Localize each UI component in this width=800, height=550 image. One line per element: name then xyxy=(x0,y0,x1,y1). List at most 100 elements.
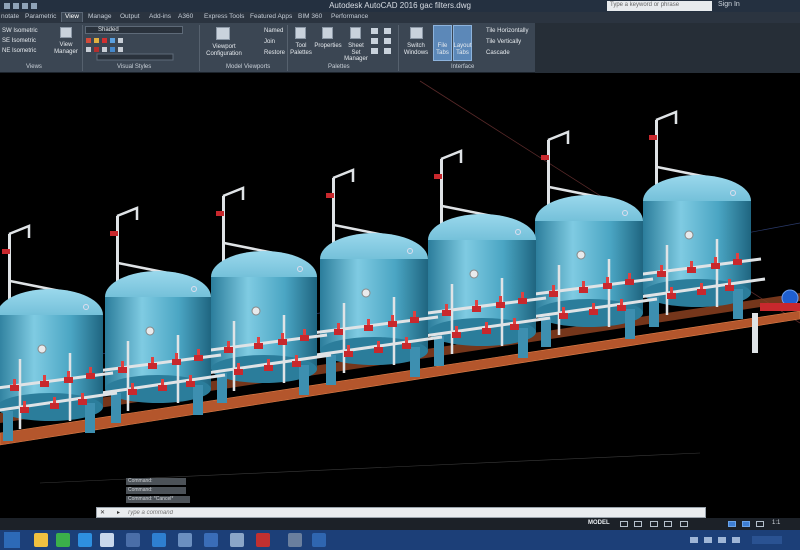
visual-style-controls[interactable] xyxy=(85,37,185,61)
view-se-isometric[interactable]: SE Isometric xyxy=(2,38,36,44)
valve xyxy=(158,385,167,391)
ribbon-panel: SW Isometric SE Isometric NE Isometric V… xyxy=(0,23,535,73)
valve xyxy=(194,355,203,361)
tab-parametric[interactable]: Parametric xyxy=(25,13,56,20)
visual-style-dropdown[interactable]: Shaded xyxy=(85,26,183,34)
palettes-panel-title[interactable]: Palettes xyxy=(328,64,350,70)
tab-annotate[interactable]: notate xyxy=(1,13,19,20)
tile-vertically-button[interactable]: Tile Vertically xyxy=(486,39,521,45)
viewport-named-button[interactable]: Named xyxy=(264,28,283,34)
view-ne-isometric[interactable]: NE Isometric xyxy=(2,48,36,54)
outlook-icon[interactable] xyxy=(152,533,166,547)
model-space-button[interactable]: MODEL xyxy=(588,520,610,526)
app-icon[interactable] xyxy=(230,533,244,547)
chrome-icon[interactable] xyxy=(56,533,70,547)
layout-tabs-label: Layout Tabs xyxy=(453,43,472,56)
valve-handle xyxy=(736,253,739,259)
command-input[interactable] xyxy=(127,508,697,517)
valve-handle xyxy=(670,287,673,293)
snap-icon[interactable] xyxy=(634,521,642,527)
ortho-icon[interactable] xyxy=(650,521,658,527)
app-icon[interactable] xyxy=(126,533,140,547)
viewport-configuration-icon[interactable] xyxy=(216,27,230,40)
visual-styles-panel-title[interactable]: Visual Styles xyxy=(117,64,151,70)
valve xyxy=(518,298,527,304)
switch-windows-icon[interactable] xyxy=(410,27,423,39)
tab-add-ins[interactable]: Add-ins xyxy=(149,13,171,20)
tile-horizontally-button[interactable]: Tile Horizontally xyxy=(486,28,528,34)
app-icon[interactable] xyxy=(288,533,302,547)
valve-handle xyxy=(237,363,240,369)
tool-palettes-label[interactable]: Tool Palettes xyxy=(290,43,312,56)
interface-panel-title[interactable]: Interface xyxy=(451,64,474,70)
valve-handle xyxy=(606,277,609,283)
view-sw-isometric[interactable]: SW Isometric xyxy=(2,28,38,34)
system-tray[interactable] xyxy=(690,535,790,545)
autocad-icon[interactable] xyxy=(256,533,270,547)
view-manager-label[interactable]: View Manager xyxy=(52,42,80,55)
view-manager-icon[interactable] xyxy=(60,27,72,38)
views-panel-title[interactable]: Views xyxy=(26,64,42,70)
valve xyxy=(559,313,568,319)
tab-performance[interactable]: Performance xyxy=(331,13,368,20)
valve-handle xyxy=(89,367,92,373)
annotation-scale-icon[interactable] xyxy=(756,521,764,527)
switch-windows-label[interactable]: Switch Windows xyxy=(401,43,431,56)
valve xyxy=(452,332,461,338)
tab-view[interactable]: View xyxy=(61,12,83,22)
process-pipe xyxy=(752,313,758,353)
tab-manage[interactable]: Manage xyxy=(88,13,112,20)
valve xyxy=(216,211,224,216)
tab-featured-apps[interactable]: Featured Apps xyxy=(250,13,292,20)
app-icon[interactable] xyxy=(204,533,218,547)
viewport-join-button[interactable]: Join xyxy=(264,39,275,45)
osnap-icon[interactable] xyxy=(680,521,688,527)
search-input[interactable]: Type a keyword or phrase xyxy=(607,1,712,11)
model-viewports-panel-title[interactable]: Model Viewports xyxy=(226,64,270,70)
sign-in-button[interactable]: Sign In xyxy=(718,1,740,8)
tab-express-tools[interactable]: Express Tools xyxy=(204,13,244,20)
cascade-button[interactable]: Cascade xyxy=(486,50,510,56)
manifold xyxy=(760,303,800,311)
tank-leg xyxy=(733,289,743,319)
app-icon[interactable] xyxy=(100,533,114,547)
annotation-scale[interactable]: 1:1 xyxy=(772,520,780,526)
workspace-icon[interactable] xyxy=(742,521,750,527)
app-icon[interactable] xyxy=(312,533,326,547)
sheet-set-manager-label[interactable]: Sheet Set Manager xyxy=(343,43,369,63)
valve xyxy=(733,259,742,265)
vent-pipe xyxy=(440,149,463,163)
valve xyxy=(128,389,137,395)
valve-handle xyxy=(131,383,134,389)
valve xyxy=(64,377,73,383)
annotation-icon[interactable] xyxy=(728,521,736,527)
valve xyxy=(549,291,558,297)
panel-divider xyxy=(82,25,83,71)
valve-handle xyxy=(53,397,56,403)
valve xyxy=(118,367,127,373)
polar-icon[interactable] xyxy=(664,521,672,527)
close-icon[interactable]: ✕ xyxy=(100,509,105,516)
valve xyxy=(186,381,195,387)
properties-icon[interactable] xyxy=(322,27,333,39)
tab-a360[interactable]: A360 xyxy=(178,13,193,20)
valve-handle xyxy=(267,359,270,365)
tab-bim-360[interactable]: BIM 360 xyxy=(298,13,322,20)
palettes-small-icons[interactable] xyxy=(370,27,398,57)
sheet-set-manager-icon[interactable] xyxy=(350,27,361,39)
ie-icon[interactable] xyxy=(78,533,92,547)
valve-handle xyxy=(620,299,623,305)
properties-label[interactable]: Properties xyxy=(314,43,342,50)
viewport-configuration-label[interactable]: Viewport Configuration xyxy=(204,44,244,57)
grid-icon[interactable] xyxy=(620,521,628,527)
tab-output[interactable]: Output xyxy=(120,13,140,20)
start-icon[interactable] xyxy=(4,532,20,548)
valve xyxy=(442,310,451,316)
vent-pipe xyxy=(222,186,245,200)
viewport-restore-button[interactable]: Restore xyxy=(264,50,285,56)
valve-handle xyxy=(521,292,524,298)
drawing-viewport[interactable] xyxy=(0,73,800,505)
explorer-icon[interactable] xyxy=(34,533,48,547)
tool-palettes-icon[interactable] xyxy=(295,27,306,39)
app-icon[interactable] xyxy=(178,533,192,547)
